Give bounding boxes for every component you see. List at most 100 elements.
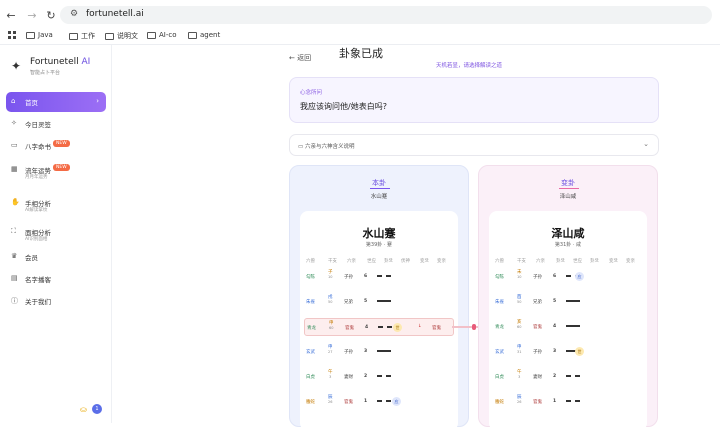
six-beast-cell: 螣蛇 xyxy=(306,400,315,405)
six-kin-cell: 官鬼 xyxy=(345,326,354,331)
column-header: 变亲 xyxy=(626,259,635,264)
bookmark-java[interactable]: Java xyxy=(26,31,53,39)
broken-line-left-icon xyxy=(566,400,571,402)
yao-row: 勾陈 子 10 子孙 6 xyxy=(304,268,454,286)
line-number-cell: 2 xyxy=(553,374,557,379)
kin-spirit-expander[interactable]: ▭ 六亲与六神含义说明 ⌄ xyxy=(289,134,659,156)
solid-line-icon xyxy=(377,300,391,302)
face-scan-icon: ⛶ xyxy=(11,227,16,235)
stem-branch-cell: 戌 50 xyxy=(328,295,333,305)
bookmark-ai-co[interactable]: AI-co xyxy=(147,31,177,39)
sidebar: ✦ Fortunetell AI 智能占卜平台 ⌂ 首页 › ✧ 今日灵签 ▭ … xyxy=(0,45,112,423)
sidebar-item-about[interactable]: ⓘ 关于我们 xyxy=(6,291,106,311)
back-button[interactable]: ← 返回 xyxy=(289,53,311,63)
stem-branch-cell: 酉 50 xyxy=(517,295,522,305)
six-beast-cell: 勾陈 xyxy=(306,275,315,280)
reload-icon[interactable]: ↻ xyxy=(44,9,58,22)
column-header: 变亲 xyxy=(437,259,446,264)
six-kin-cell: 子孙 xyxy=(533,350,542,355)
logo-icon: ✦ xyxy=(11,59,22,73)
chevron-right-icon: › xyxy=(96,97,99,105)
column-header: 干支 xyxy=(517,259,526,264)
yao-row: 螣蛇 辰 26 官鬼 1 xyxy=(493,393,643,411)
back-arrow-icon[interactable]: ← xyxy=(4,9,18,22)
broken-line-left-icon xyxy=(566,375,571,377)
six-beast-cell: 白虎 xyxy=(495,375,504,380)
column-header: 六兽 xyxy=(306,259,315,264)
question-label: 心念所问 xyxy=(300,90,323,96)
solid-line-icon xyxy=(566,300,580,302)
brand-tagline: 智能占卜平台 xyxy=(30,70,61,76)
six-kin-cell: 官鬼 xyxy=(533,400,542,405)
hexagram-name: 水山蹇 xyxy=(370,194,388,200)
yao-row: 青龙 亥 60 官鬼 4 xyxy=(493,318,643,336)
folder-icon xyxy=(147,31,156,39)
line-number-cell: 6 xyxy=(364,274,368,279)
stem-branch-cell: 申 31 xyxy=(517,345,522,355)
broken-line-left-icon xyxy=(377,400,382,402)
sidebar-item-membership[interactable]: ♛ 会员 xyxy=(6,247,106,267)
broken-line-left-icon xyxy=(377,275,382,277)
bookmark-work[interactable]: 工作 xyxy=(69,31,95,41)
six-kin-cell: 官鬼 xyxy=(533,325,542,330)
yao-row: 玄武 申 31 子孙 3 世 xyxy=(493,343,643,361)
six-beast-cell: 朱雀 xyxy=(306,300,315,305)
stem-branch-cell: 未 10 xyxy=(517,270,522,280)
bookmark-docs[interactable]: 说明文 xyxy=(105,31,138,41)
column-header: 六兽 xyxy=(495,259,504,264)
line-number-cell: 3 xyxy=(553,349,557,354)
six-beast-cell: 朱雀 xyxy=(495,300,504,305)
sidebar-item-palm[interactable]: ✋ 手相分析 AI解读掌纹 xyxy=(6,193,106,213)
shi-ying-tag: 应 xyxy=(392,397,401,406)
line-number-cell: 6 xyxy=(553,274,557,279)
sidebar-item-home[interactable]: ⌂ 首页 › xyxy=(6,92,106,112)
six-beast-cell: 勾陈 xyxy=(495,275,504,280)
stem-branch-num: 26 xyxy=(328,400,333,404)
folder-icon xyxy=(26,31,35,39)
line-number-cell: 5 xyxy=(553,299,557,304)
yao-row: 白虎 午 3 妻财 2 xyxy=(304,368,454,386)
stem-branch-cell: 午3 xyxy=(517,370,522,380)
yao-row: 螣蛇 辰 26 官鬼 1 应 xyxy=(304,393,454,411)
avatar[interactable]: 1 xyxy=(92,404,102,414)
chevron-down-icon: ⌄ xyxy=(643,140,649,148)
hexagram-card-name: 水山蹇 xyxy=(362,227,396,240)
sidebar-item-bazi[interactable]: ▭ 八字命书 NEW xyxy=(6,136,106,156)
stem-branch-cell: 亥 60 xyxy=(517,320,522,330)
change-arrow-icon: ↓ xyxy=(418,324,422,329)
line-number-cell: 1 xyxy=(553,399,557,404)
six-kin-cell: 子孙 xyxy=(344,275,353,280)
apps-grid-icon[interactable] xyxy=(8,31,16,39)
folder-icon xyxy=(105,32,114,40)
stem-branch-cell: 午3 xyxy=(328,370,333,380)
site-settings-icon[interactable]: ⚙ xyxy=(70,9,78,19)
six-kin-cell: 兄弟 xyxy=(344,300,353,305)
hexagram-card: 水山蹇 第39卦 · 蹇 六兽 干支 六亲 世应 卦爻 伏神 变爻 变亲 勾陈子 10 子孙 6 朱雀戌… xyxy=(300,211,458,431)
yao-row: 白虎 午 3 妻财 2 xyxy=(493,368,643,386)
changed-kin-cell: 官鬼 xyxy=(432,326,441,331)
six-kin-cell: 子孙 xyxy=(533,275,542,280)
solid-line-icon xyxy=(566,325,580,327)
sidebar-item-face[interactable]: ⛶ 面相分析 AI识别面相 xyxy=(6,222,106,242)
yao-row: 朱雀 酉 50 兄弟 5 xyxy=(493,293,643,311)
hexagram-card: 泽山咸 第31卦 · 咸 六兽 干支 六亲 卦爻 世应 卦爻 变爻 变亲 勾陈 未 10 子孙 6 应朱雀… xyxy=(489,211,647,431)
gift-icon[interactable]: ⛀ xyxy=(80,405,87,414)
sidebar-item-daily-lot[interactable]: ✧ 今日灵签 xyxy=(6,114,106,134)
sidebar-item-name-podcast[interactable]: ▤ 名字播客 xyxy=(6,269,106,289)
crown-icon: ♛ xyxy=(11,252,18,260)
panel-heading: 本卦 xyxy=(372,179,386,187)
broken-line-right-icon xyxy=(575,375,580,377)
address-bar[interactable]: ⚙ fortunetell.ai xyxy=(60,6,712,24)
yao-row: 勾陈 未 10 子孙 6 应 xyxy=(493,268,643,286)
arrow-left-icon: ← xyxy=(289,54,295,62)
sidebar-item-yearly[interactable]: ▦ 流年运势 NEW 月月年运势 xyxy=(6,160,106,180)
forward-arrow-icon[interactable]: → xyxy=(25,9,39,22)
bookmark-agent[interactable]: agent xyxy=(188,31,220,39)
line-number-cell: 4 xyxy=(365,325,369,330)
six-kin-cell: 妻财 xyxy=(533,375,542,380)
stem-branch-num: 26 xyxy=(517,400,522,404)
six-kin-cell: 兄弟 xyxy=(533,300,542,305)
broken-line-right-icon xyxy=(575,400,580,402)
yao-row: 朱雀 戌 50 兄弟 5 xyxy=(304,293,454,311)
heading-underline xyxy=(370,188,390,189)
